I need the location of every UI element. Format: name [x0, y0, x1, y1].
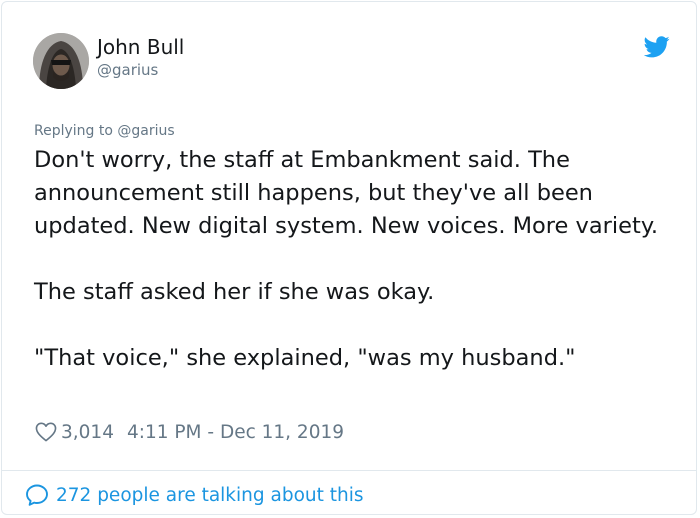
replying-to[interactable]: Replying to @garius: [34, 122, 175, 140]
speech-bubble-icon: [26, 484, 48, 506]
avatar-image: [33, 33, 89, 89]
tweet-paragraph: "That voice," she explained, "was my hus…: [34, 345, 576, 371]
divider: [2, 470, 696, 471]
avatar[interactable]: [33, 33, 89, 89]
talking-count[interactable]: 272 people are talking about this: [56, 485, 364, 506]
tweet-card: John Bull @garius Replying to @garius Do…: [1, 1, 697, 515]
tweet-paragraph: The staff asked her if she was okay.: [34, 279, 435, 305]
tweet-paragraph: Don't worry, the staff at Embankment sai…: [34, 147, 659, 239]
author-handle[interactable]: @garius: [97, 61, 158, 79]
like-count[interactable]: 3,014: [61, 422, 114, 443]
heart-icon[interactable]: [35, 422, 57, 442]
tweet-body: Don't worry, the staff at Embankment sai…: [34, 144, 664, 375]
tweet-meta: 3,014 4:11 PM - Dec 11, 2019: [35, 419, 344, 445]
conversation-link[interactable]: 272 people are talking about this: [25, 482, 364, 508]
twitter-bird-icon[interactable]: [644, 36, 670, 58]
tweet-timestamp[interactable]: 4:11 PM - Dec 11, 2019: [127, 422, 344, 443]
author-name[interactable]: John Bull: [97, 35, 184, 59]
